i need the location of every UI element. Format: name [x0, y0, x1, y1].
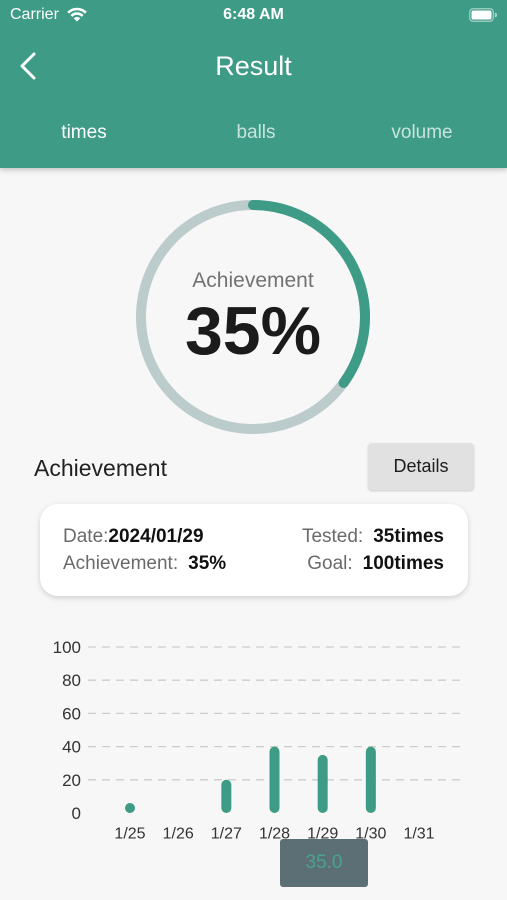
tested-cell: Tested: 35times	[302, 525, 444, 549]
status-time: 6:48 AM	[223, 6, 284, 23]
y-tick-label-80: 80	[62, 671, 81, 690]
y-tick-label-0: 0	[72, 804, 81, 823]
chart-bar-1-27[interactable]	[221, 779, 232, 813]
details-button[interactable]: Details	[368, 443, 474, 490]
achievement-gauge: Achievement 35%	[133, 197, 373, 437]
y-tick-label-60: 60	[62, 704, 81, 723]
y-tick-label-100: 100	[53, 638, 81, 657]
x-tick-label-1-27: 1/27	[211, 826, 242, 843]
gauge-value: 35%	[184, 293, 322, 369]
goal-label: Goal:	[307, 553, 353, 574]
tab-balls[interactable]: balls	[191, 121, 321, 145]
x-tick-label-1-25: 1/25	[114, 826, 145, 843]
wifi-icon	[66, 6, 88, 22]
tested-value: 35times	[373, 526, 444, 547]
app-header: Carrier 6:48 AM Result times balls volum…	[0, 0, 507, 168]
bar-tooltip: 35.0	[280, 839, 368, 887]
goal-cell: Goal: 100times	[307, 552, 444, 576]
x-tick-label-1-26: 1/26	[163, 826, 194, 843]
gauge-label: Achievement	[192, 269, 314, 292]
achievement-label: Achievement:	[63, 553, 179, 574]
goal-value: 100times	[362, 553, 444, 574]
tab-volume[interactable]: volume	[357, 121, 487, 145]
achievement-cell: Achievement: 35%	[63, 552, 226, 576]
carrier-name: Carrier	[10, 6, 59, 23]
chart-bar-1-30[interactable]	[365, 746, 376, 813]
chart-bar-1-25[interactable]	[125, 803, 135, 813]
summary-row: Achievement: 35% Goal: 100times	[63, 552, 444, 576]
y-tick-label-20: 20	[62, 771, 81, 790]
date-cell: Date:2024/01/29	[63, 525, 204, 549]
tab-times[interactable]: times	[19, 121, 149, 145]
battery-icon	[469, 8, 497, 22]
status-bar: Carrier 6:48 AM	[0, 0, 507, 30]
chart-bar-1-29[interactable]	[317, 754, 328, 813]
daily-bar-chart: 0204060801001/25 1/26 1/27 1/28 1/29 1/30 1/31	[53, 638, 465, 843]
date-label: Date:	[63, 526, 109, 547]
summary-row: Date:2024/01/29 Tested: 35times	[63, 525, 444, 549]
chart-bar-1-28[interactable]	[269, 746, 280, 813]
back-button[interactable]	[14, 48, 46, 84]
date-value: 2024/01/29	[108, 526, 204, 547]
tested-label: Tested:	[301, 526, 364, 547]
section-title: Achievement	[34, 455, 167, 481]
y-tick-label-40: 40	[62, 738, 81, 757]
chevron-left-icon	[20, 52, 36, 80]
summary-card: Date:2024/01/29 Tested: 35times Achieveme…	[40, 504, 468, 596]
achievement-value: 35%	[188, 553, 227, 574]
x-tick-label-1-31: 1/31	[403, 826, 434, 843]
page-title: Result	[215, 51, 292, 81]
